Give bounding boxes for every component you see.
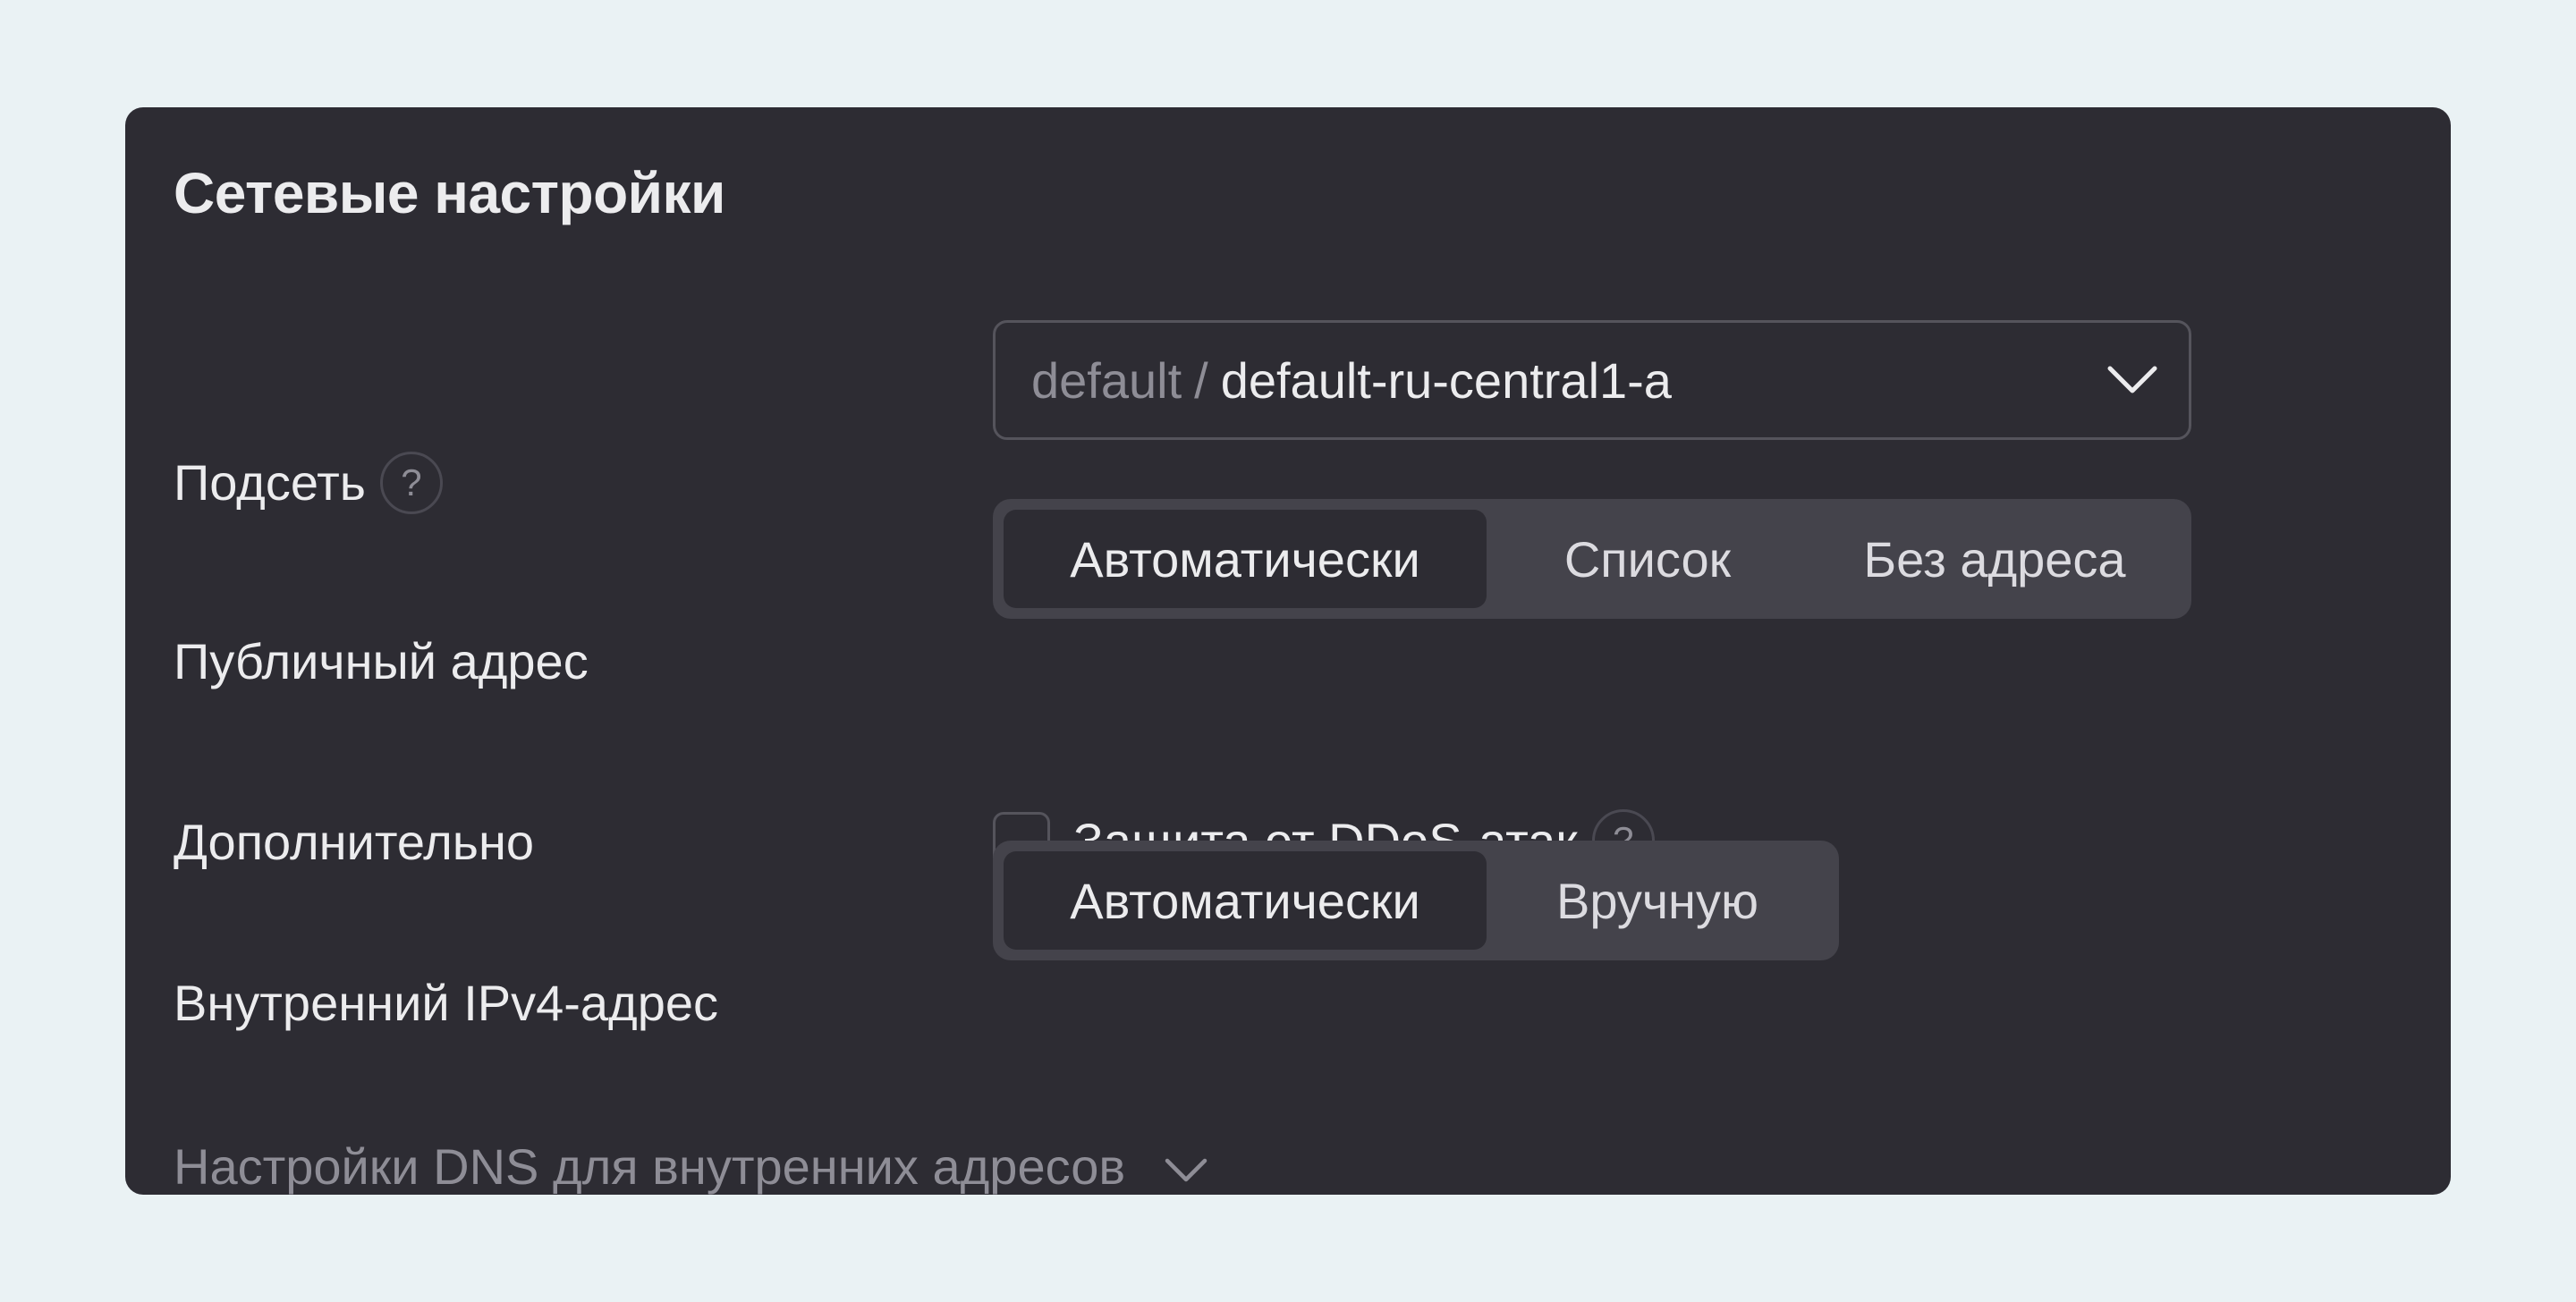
subnet-folder: default: [1031, 351, 1182, 409]
subnet-row-label: Подсеть ?: [174, 445, 443, 520]
internal-ipv4-option-manual[interactable]: Вручную: [1487, 851, 1828, 950]
public-address-segmented: Автоматически Список Без адреса: [993, 499, 2191, 619]
dns-settings-label: Настройки DNS для внутренних адресов: [174, 1137, 1126, 1195]
internal-ipv4-label: Внутренний IPv4-адрес: [174, 975, 718, 1032]
subnet-select[interactable]: default / default-ru-central1-a: [993, 320, 2191, 440]
subnet-label: Подсеть: [174, 454, 366, 512]
public-address-option-auto[interactable]: Автоматически: [1004, 510, 1487, 608]
public-address-option-none[interactable]: Без адреса: [1809, 510, 2181, 608]
internal-ipv4-option-auto[interactable]: Автоматически: [1004, 851, 1487, 950]
subnet-separator: /: [1194, 351, 1208, 409]
subnet-help-icon[interactable]: ?: [379, 452, 443, 514]
network-settings-panel: Сетевые настройки Подсеть ? default / de…: [125, 107, 2451, 1195]
public-address-option-list[interactable]: Список: [1487, 510, 1809, 608]
subnet-value: default-ru-central1-a: [1220, 351, 1672, 409]
additional-label: Дополнительно: [174, 814, 535, 871]
dns-settings-toggle[interactable]: Настройки DNS для внутренних адресов: [174, 1130, 1208, 1202]
public-address-label: Публичный адрес: [174, 633, 589, 690]
internal-ipv4-segmented: Автоматически Вручную: [993, 841, 1839, 960]
section-title: Сетевые настройки: [174, 161, 725, 225]
chevron-down-icon: [2107, 366, 2157, 393]
chevron-down-icon: [1165, 1158, 1208, 1182]
